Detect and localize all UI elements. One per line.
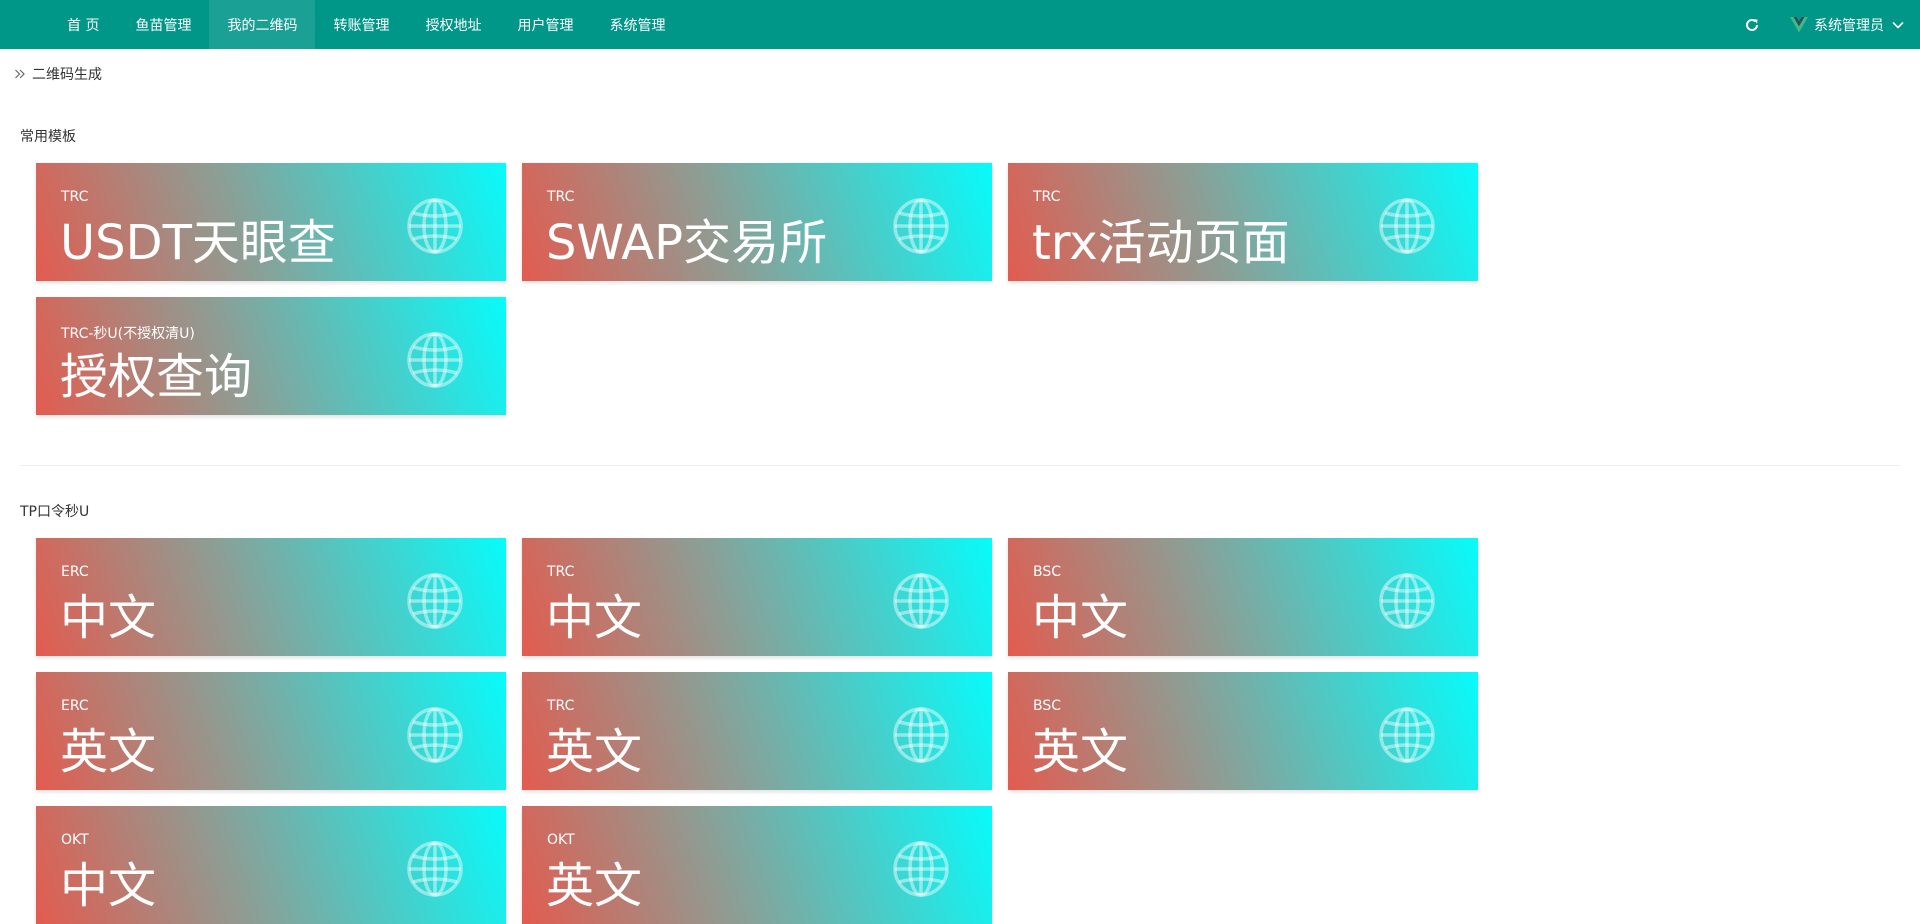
- template-card[interactable]: BSC 英文: [1008, 672, 1478, 790]
- vue-logo-icon: [1790, 16, 1808, 32]
- top-navigation-bar: 首 页 鱼苗管理 我的二维码 转账管理 授权地址 用户管理 系统管理 系统管理员: [0, 0, 1920, 49]
- globe-icon: [407, 198, 463, 254]
- template-card[interactable]: TRC trx活动页面: [1008, 163, 1478, 281]
- breadcrumb: 二维码生成: [14, 64, 102, 84]
- globe-icon: [407, 332, 463, 388]
- breadcrumb-label: 二维码生成: [32, 67, 102, 83]
- card-name: 中文: [60, 858, 157, 914]
- card-name: 英文: [60, 724, 157, 780]
- card-name: 中文: [1032, 590, 1129, 646]
- card-name: 英文: [546, 858, 643, 914]
- section-divider: [20, 465, 1900, 466]
- globe-icon: [407, 841, 463, 897]
- template-card[interactable]: TRC 英文: [522, 672, 992, 790]
- section-title-common-templates: 常用模板: [20, 129, 76, 145]
- nav-item-home[interactable]: 首 页: [49, 0, 117, 49]
- card-name: trx活动页面: [1032, 215, 1290, 271]
- globe-icon: [1379, 573, 1435, 629]
- template-card[interactable]: TRC 中文: [522, 538, 992, 656]
- template-card[interactable]: TRC SWAP交易所: [522, 163, 992, 281]
- card-chain-label: TRC: [1033, 189, 1061, 205]
- template-card[interactable]: OKT 中文: [36, 806, 506, 924]
- card-name: SWAP交易所: [546, 215, 828, 271]
- main-nav: 首 页 鱼苗管理 我的二维码 转账管理 授权地址 用户管理 系统管理: [49, 0, 683, 49]
- card-chain-label: OKT: [547, 832, 575, 848]
- nav-item-transfer-management[interactable]: 转账管理: [315, 0, 407, 49]
- nav-item-authorized-addresses[interactable]: 授权地址: [407, 0, 499, 49]
- topbar-right: 系统管理员: [1732, 0, 1920, 49]
- card-name: 中文: [546, 590, 643, 646]
- refresh-button[interactable]: [1732, 0, 1772, 49]
- nav-item-system-management[interactable]: 系统管理: [591, 0, 683, 49]
- card-name: USDT天眼查: [60, 215, 336, 271]
- card-name: 英文: [1032, 724, 1129, 780]
- chevron-down-icon: [1892, 21, 1904, 29]
- card-chain-label: TRC: [547, 564, 575, 580]
- globe-icon: [1379, 198, 1435, 254]
- globe-icon: [893, 707, 949, 763]
- globe-icon: [893, 841, 949, 897]
- template-card[interactable]: ERC 中文: [36, 538, 506, 656]
- globe-icon: [893, 573, 949, 629]
- template-card[interactable]: TRC USDT天眼查: [36, 163, 506, 281]
- card-name: 中文: [60, 590, 157, 646]
- double-chevron-right-icon: [15, 69, 25, 79]
- template-card[interactable]: BSC 中文: [1008, 538, 1478, 656]
- card-chain-label: ERC: [61, 698, 89, 714]
- card-chain-label: BSC: [1033, 698, 1062, 714]
- card-chain-label: BSC: [1033, 564, 1062, 580]
- globe-icon: [407, 573, 463, 629]
- section-title-tp-password: TP口令秒U: [20, 504, 90, 520]
- card-chain-label: TRC: [547, 698, 575, 714]
- nav-item-user-management[interactable]: 用户管理: [499, 0, 591, 49]
- user-name: 系统管理员: [1814, 17, 1884, 34]
- card-chain-label: TRC-秒U(不授权清U): [61, 326, 195, 342]
- card-chain-label: TRC: [547, 189, 575, 205]
- card-chain-label: ERC: [61, 564, 89, 580]
- template-card[interactable]: ERC 英文: [36, 672, 506, 790]
- globe-icon: [1379, 707, 1435, 763]
- globe-icon: [407, 707, 463, 763]
- nav-item-fish-management[interactable]: 鱼苗管理: [117, 0, 209, 49]
- nav-item-my-qrcode[interactable]: 我的二维码: [209, 0, 316, 49]
- template-card[interactable]: TRC-秒U(不授权清U) 授权查询: [36, 297, 506, 415]
- card-chain-label: OKT: [61, 832, 89, 848]
- card-name: 授权查询: [60, 349, 253, 405]
- card-chain-label: TRC: [61, 189, 89, 205]
- globe-icon: [893, 198, 949, 254]
- template-card[interactable]: OKT 英文: [522, 806, 992, 924]
- user-menu[interactable]: 系统管理员: [1790, 15, 1920, 35]
- refresh-icon: [1746, 18, 1758, 31]
- card-name: 英文: [546, 724, 643, 780]
